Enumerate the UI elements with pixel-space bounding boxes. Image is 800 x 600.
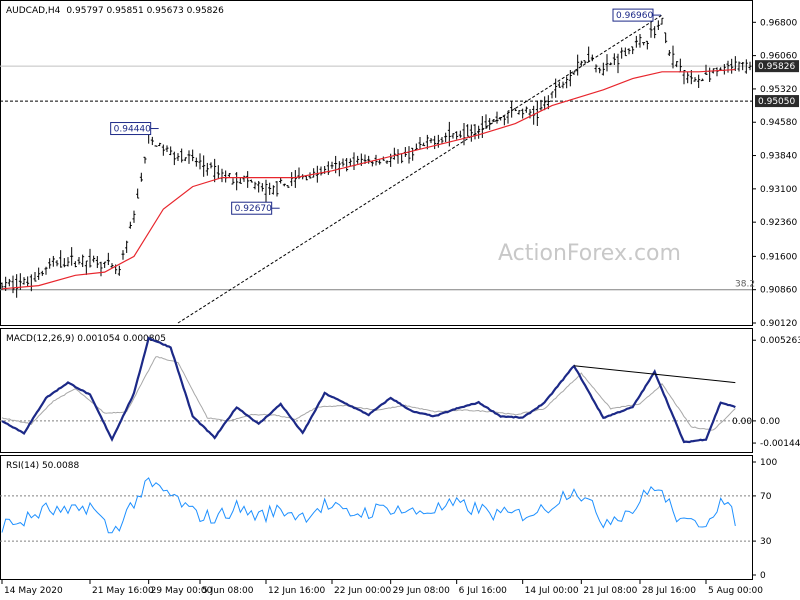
- price-y-tick-label: 0.90860: [760, 286, 797, 296]
- macd-y-tick-label: -0.001447: [760, 439, 800, 449]
- x-tick-label: 12 Jun 16:00: [268, 586, 325, 596]
- price-y-tick-label: 0.96060: [760, 52, 797, 62]
- rsi-panel-frame: [0, 455, 753, 580]
- rsi-y-tick-label: 70: [760, 492, 772, 502]
- x-tick-label: 5 Jun 08:00: [202, 586, 254, 596]
- x-tick-label: 21 May 16:00: [92, 586, 154, 596]
- price-layer: 0.94440 0.92670 0.96960 38.2: [0, 8, 755, 324]
- macd-layer: 0.00: [0, 336, 752, 444]
- price-symbol: AUDCAD,H4: [6, 6, 61, 16]
- price-y-tick-label: 0.93840: [760, 152, 797, 162]
- price-header: AUDCAD,H4 0.95797 0.95851 0.95673 0.95826: [6, 6, 224, 16]
- price-y-tick-label: 0.93100: [760, 185, 797, 195]
- price-ohlc: 0.95797 0.95851 0.95673 0.95826: [66, 6, 224, 16]
- price-y-tick-label: 0.92360: [760, 218, 797, 228]
- macd-signal-line: [1, 356, 736, 431]
- price-annotation-label: 0.96960: [616, 11, 653, 21]
- rsi-y-tick-label: 30: [760, 537, 772, 547]
- price-y-tick-label: 0.90120: [760, 319, 797, 329]
- axis-layer: 0.96800 0.96060 0.95320 0.94580 0.93840 0.931…: [1, 18, 800, 596]
- macd-header: MACD(12,26,9) 0.001054 0.000805: [6, 334, 166, 344]
- rsi-y-tick-label: 0: [760, 571, 766, 581]
- macd-panel-frame: [0, 328, 753, 453]
- x-tick-label: 22 Jun 00:00: [334, 586, 391, 596]
- rsi-layer: [0, 477, 752, 542]
- price-y-tick-label: 0.94580: [760, 118, 797, 128]
- x-tick-label: 5 Aug 00:00: [708, 586, 763, 596]
- x-tick-label: 14 Jul 00:00: [525, 586, 579, 596]
- rsi-header: RSI(14) 50.0088: [6, 461, 79, 471]
- price-annotation-label: 0.92670: [235, 204, 272, 214]
- price-y-tick-label: 0.96800: [760, 18, 797, 28]
- price-level-badge-label: 0.95826: [758, 62, 795, 72]
- fib-382-label: 38.2: [735, 280, 755, 290]
- x-tick-label: 14 May 2020: [4, 586, 63, 596]
- rsi-y-tick-label: 100: [760, 458, 777, 468]
- macd-y-tick-label: 0.00: [760, 417, 780, 427]
- watermark: ActionForex.com: [498, 241, 681, 266]
- macd-divergence-line: [573, 365, 736, 384]
- rsi-line: [1, 477, 736, 534]
- macd-line: [1, 336, 736, 444]
- x-tick-label: 29 Jun 08:00: [393, 586, 450, 596]
- macd-y-tick-label: 0.005263: [760, 336, 800, 346]
- price-level-badge-label: 0.95050: [758, 97, 795, 107]
- chart-root: ActionForex.com AUDCAD,H4 0.95797 0.95851…: [0, 0, 800, 596]
- x-tick-label: 28 Jul 16:00: [642, 586, 696, 596]
- x-tick-label: 6 Jul 16:00: [459, 586, 508, 596]
- price-y-tick-label: 0.95320: [760, 85, 797, 95]
- macd-zero-label: 0.00: [732, 417, 752, 427]
- x-tick-label: 21 Jul 08:00: [583, 586, 637, 596]
- price-y-tick-label: 0.91600: [760, 252, 797, 262]
- price-annotation-label: 0.94440: [114, 125, 151, 135]
